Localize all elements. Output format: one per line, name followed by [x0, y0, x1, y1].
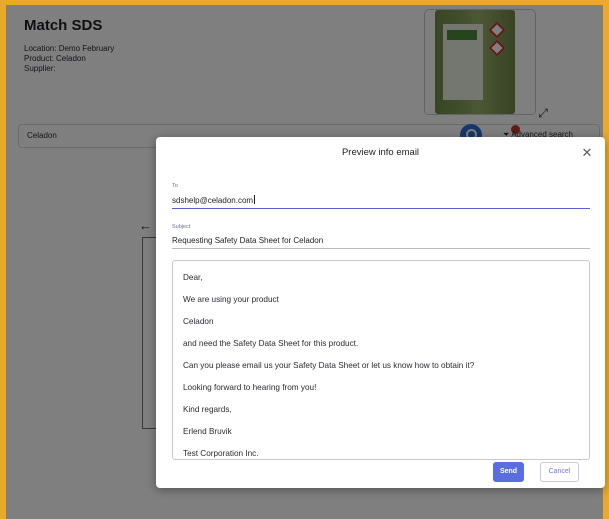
to-field-value: sdshelp@celadon.com: [172, 196, 254, 205]
email-body-line: Celadon: [183, 317, 214, 326]
text-caret: [254, 195, 256, 204]
email-body-textarea[interactable]: Dear, We are using your product Celadon …: [172, 260, 590, 460]
email-body-line: We are using your product: [183, 295, 279, 304]
to-field-underline: [172, 208, 590, 209]
email-body-line: Looking forward to hearing from you!: [183, 383, 317, 392]
send-button[interactable]: Send: [493, 462, 524, 482]
email-body-line: and need the Safety Data Sheet for this …: [183, 339, 359, 348]
email-body-line: Test Corporation Inc.: [183, 449, 259, 458]
subject-field[interactable]: Requesting Safety Data Sheet for Celadon: [172, 236, 323, 245]
email-body-line: Kind regards,: [183, 405, 232, 414]
dialog-title: Preview info email: [341, 147, 420, 158]
to-field-label: To: [172, 183, 178, 189]
subject-field-underline: [172, 248, 590, 249]
email-body-line: Can you please email us your Safety Data…: [183, 361, 475, 370]
subject-field-label: Subject: [172, 224, 191, 230]
cancel-button[interactable]: Cancel: [540, 462, 579, 482]
email-body-line: Dear,: [183, 273, 203, 282]
email-body-line: Erlend Bruvik: [183, 427, 232, 436]
to-field[interactable]: sdshelp@celadon.com: [172, 195, 256, 205]
preview-email-dialog: Preview info email ✕ To sdshelp@celadon.…: [156, 137, 605, 488]
close-icon[interactable]: ✕: [580, 146, 594, 160]
